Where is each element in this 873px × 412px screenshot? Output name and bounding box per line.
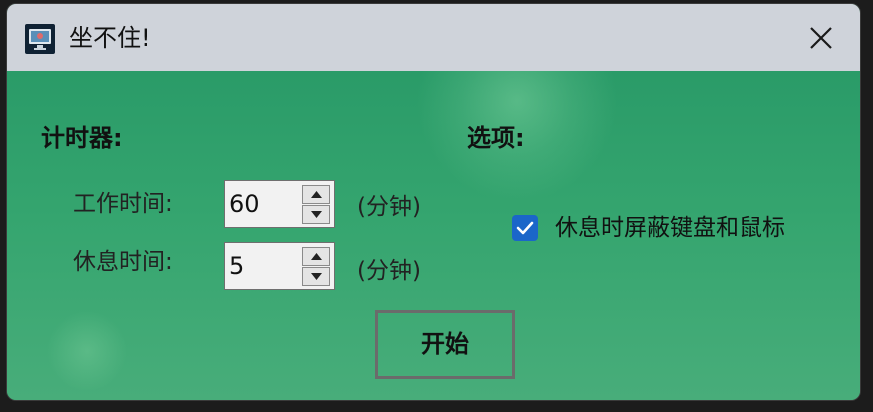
rest-time-spinbox[interactable]: 5 — [224, 242, 335, 290]
arrow-up-icon — [311, 253, 322, 260]
work-time-spinbox[interactable]: 60 — [224, 180, 335, 228]
window-title: 坐不住! — [69, 24, 151, 52]
checkmark-icon — [516, 221, 534, 235]
main-panel: 计时器: 选项: 工作时间: 60 (分钟) 休息时间: 5 (分钟) 休息时屏… — [7, 71, 860, 400]
title-bar: 坐不住! — [7, 4, 860, 71]
block-input-checkbox[interactable] — [512, 215, 538, 241]
app-window: 坐不住! 计时器: 选项: 工作时间: 60 (分钟) 休息时间: 5 (分钟)… — [7, 4, 860, 400]
rest-time-increment-button[interactable] — [302, 247, 330, 266]
work-time-decrement-button[interactable] — [302, 205, 330, 224]
block-input-label[interactable]: 休息时屏蔽键盘和鼠标 — [555, 213, 785, 243]
timer-heading: 计时器: — [41, 124, 123, 152]
close-icon — [810, 27, 832, 49]
close-button[interactable] — [797, 16, 845, 60]
arrow-down-icon — [311, 273, 322, 280]
app-monitor-icon — [25, 24, 55, 54]
rest-time-value[interactable]: 5 — [229, 251, 244, 281]
work-time-label: 工作时间: — [73, 191, 173, 217]
rest-time-label: 休息时间: — [73, 249, 173, 275]
start-button[interactable]: 开始 — [375, 310, 515, 379]
options-heading: 选项: — [467, 124, 525, 152]
arrow-down-icon — [311, 211, 322, 218]
arrow-up-icon — [311, 191, 322, 198]
work-time-value[interactable]: 60 — [229, 189, 260, 219]
work-time-unit: (分钟) — [357, 194, 421, 220]
rest-time-unit: (分钟) — [357, 258, 421, 284]
work-time-increment-button[interactable] — [302, 185, 330, 204]
rest-time-decrement-button[interactable] — [302, 267, 330, 286]
